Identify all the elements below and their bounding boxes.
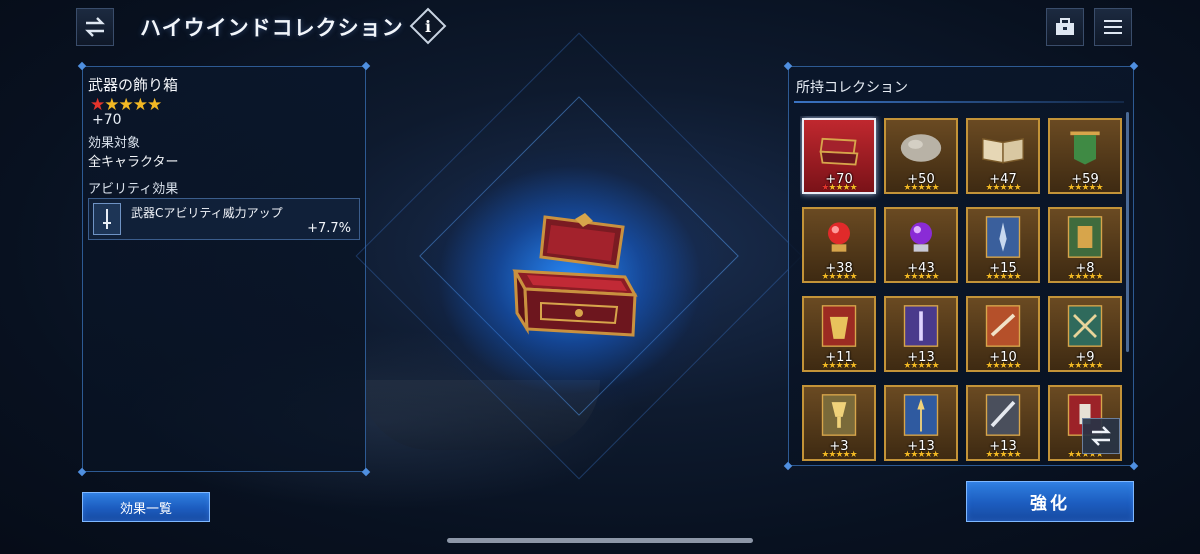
collection-item[interactable]: +50 ★★★★★ bbox=[884, 118, 958, 194]
collection-item[interactable]: +70 ★★★★★ bbox=[802, 118, 876, 194]
page-title: ハイウインドコレクション bbox=[140, 16, 404, 40]
ability-value: +7.7% bbox=[307, 221, 351, 236]
ability-name: 武器Cアビリティ威力アップ bbox=[131, 206, 283, 220]
green-card-icon bbox=[1067, 216, 1103, 258]
item-stars: ★★★★★ bbox=[821, 183, 857, 193]
switch-button[interactable] bbox=[76, 8, 114, 46]
item-stars: ★★★★★ bbox=[1067, 183, 1103, 193]
collection-item[interactable]: +9 ★★★★★ bbox=[1048, 296, 1122, 372]
collection-item[interactable]: +10 ★★★★★ bbox=[966, 296, 1040, 372]
item-stars: ★★★★★ bbox=[985, 450, 1021, 460]
collection-item[interactable]: +43 ★★★★★ bbox=[884, 207, 958, 283]
briefcase-icon bbox=[1056, 18, 1074, 35]
item-stars: ★★★★★ bbox=[1067, 272, 1103, 282]
collection-item[interactable]: +8 ★★★★★ bbox=[1048, 207, 1122, 283]
orange-card-icon bbox=[985, 305, 1021, 347]
item-stars: ★★★★★ bbox=[903, 450, 939, 460]
inventory-button[interactable] bbox=[1046, 8, 1084, 46]
collection-item[interactable]: +3 ★★★★★ bbox=[802, 385, 876, 461]
info-icon: i bbox=[424, 16, 432, 36]
sword-icon bbox=[93, 203, 121, 235]
gold-card-icon bbox=[821, 305, 857, 347]
collection-item[interactable]: +15 ★★★★★ bbox=[966, 207, 1040, 283]
jewelry-box-image bbox=[512, 213, 638, 337]
item-stars: ★★★★★ bbox=[903, 183, 939, 193]
ability-label: アビリティ効果 bbox=[88, 182, 179, 197]
swap-arrows-icon bbox=[1091, 426, 1111, 446]
item-name: 武器の飾り箱 bbox=[88, 76, 179, 94]
purple-orb-icon bbox=[910, 222, 932, 252]
sort-toggle-button[interactable] bbox=[1082, 418, 1120, 454]
swap-arrows-icon bbox=[85, 17, 105, 37]
item-stars: ★★★★★ bbox=[985, 183, 1021, 193]
target-label: 効果対象 bbox=[88, 136, 141, 151]
banner-icon bbox=[1070, 131, 1100, 165]
item-stars: ★★★★★ bbox=[1067, 361, 1103, 371]
item-stars: ★★★★★ bbox=[903, 272, 939, 282]
collection-title: 所持コレクション bbox=[796, 80, 908, 96]
collection-grid: +70 ★★★★★ +50 ★★★★★ +47 ★★★★★ +59 ★★★★★ +38 ★★★★★… bbox=[800, 116, 1128, 464]
item-stars: ★★★★★ bbox=[821, 450, 857, 460]
item-stars: ★★★★★ bbox=[821, 272, 857, 282]
ability-effect-card: 武器Cアビリティ威力アップ +7.7% bbox=[88, 198, 360, 240]
home-indicator bbox=[447, 538, 753, 543]
detail-panel bbox=[77, 61, 371, 477]
collection-item[interactable]: +47 ★★★★★ bbox=[966, 118, 1040, 194]
gold-cup-card-icon bbox=[821, 394, 857, 436]
collection-item[interactable]: +13 ★★★★★ bbox=[966, 385, 1040, 461]
item-stars: ★★★★★ bbox=[985, 272, 1021, 282]
item-stars: ★★★★★ bbox=[903, 361, 939, 371]
silver-card-icon bbox=[985, 394, 1021, 436]
menu-button[interactable] bbox=[1094, 8, 1132, 46]
teal-card-icon bbox=[1067, 305, 1103, 347]
plus-level: +70 bbox=[92, 112, 122, 128]
collection-title-underline bbox=[794, 101, 1124, 103]
target-value: 全キャラクター bbox=[88, 155, 179, 170]
info-button[interactable]: i bbox=[409, 7, 447, 45]
book-icon bbox=[982, 138, 1024, 164]
collection-item[interactable]: +13 ★★★★★ bbox=[884, 385, 958, 461]
chest-icon bbox=[819, 137, 859, 166]
red-orb-icon bbox=[828, 222, 850, 252]
effects-list-button[interactable]: 効果一覧 bbox=[82, 492, 210, 522]
enhance-button[interactable]: 強化 bbox=[966, 481, 1134, 522]
blue-card-icon bbox=[985, 216, 1021, 258]
collection-item[interactable]: +13 ★★★★★ bbox=[884, 296, 958, 372]
item-stars: ★★★★★ bbox=[985, 361, 1021, 371]
blue-spear-card-icon bbox=[903, 394, 939, 436]
purple-card-icon bbox=[903, 305, 939, 347]
collection-item[interactable]: +59 ★★★★★ bbox=[1048, 118, 1122, 194]
item-stars: ★★★★★ bbox=[821, 361, 857, 371]
menu-icon bbox=[1104, 20, 1122, 34]
rock-icon bbox=[900, 134, 942, 162]
collection-item[interactable]: +11 ★★★★★ bbox=[802, 296, 876, 372]
collection-item[interactable]: +38 ★★★★★ bbox=[802, 207, 876, 283]
